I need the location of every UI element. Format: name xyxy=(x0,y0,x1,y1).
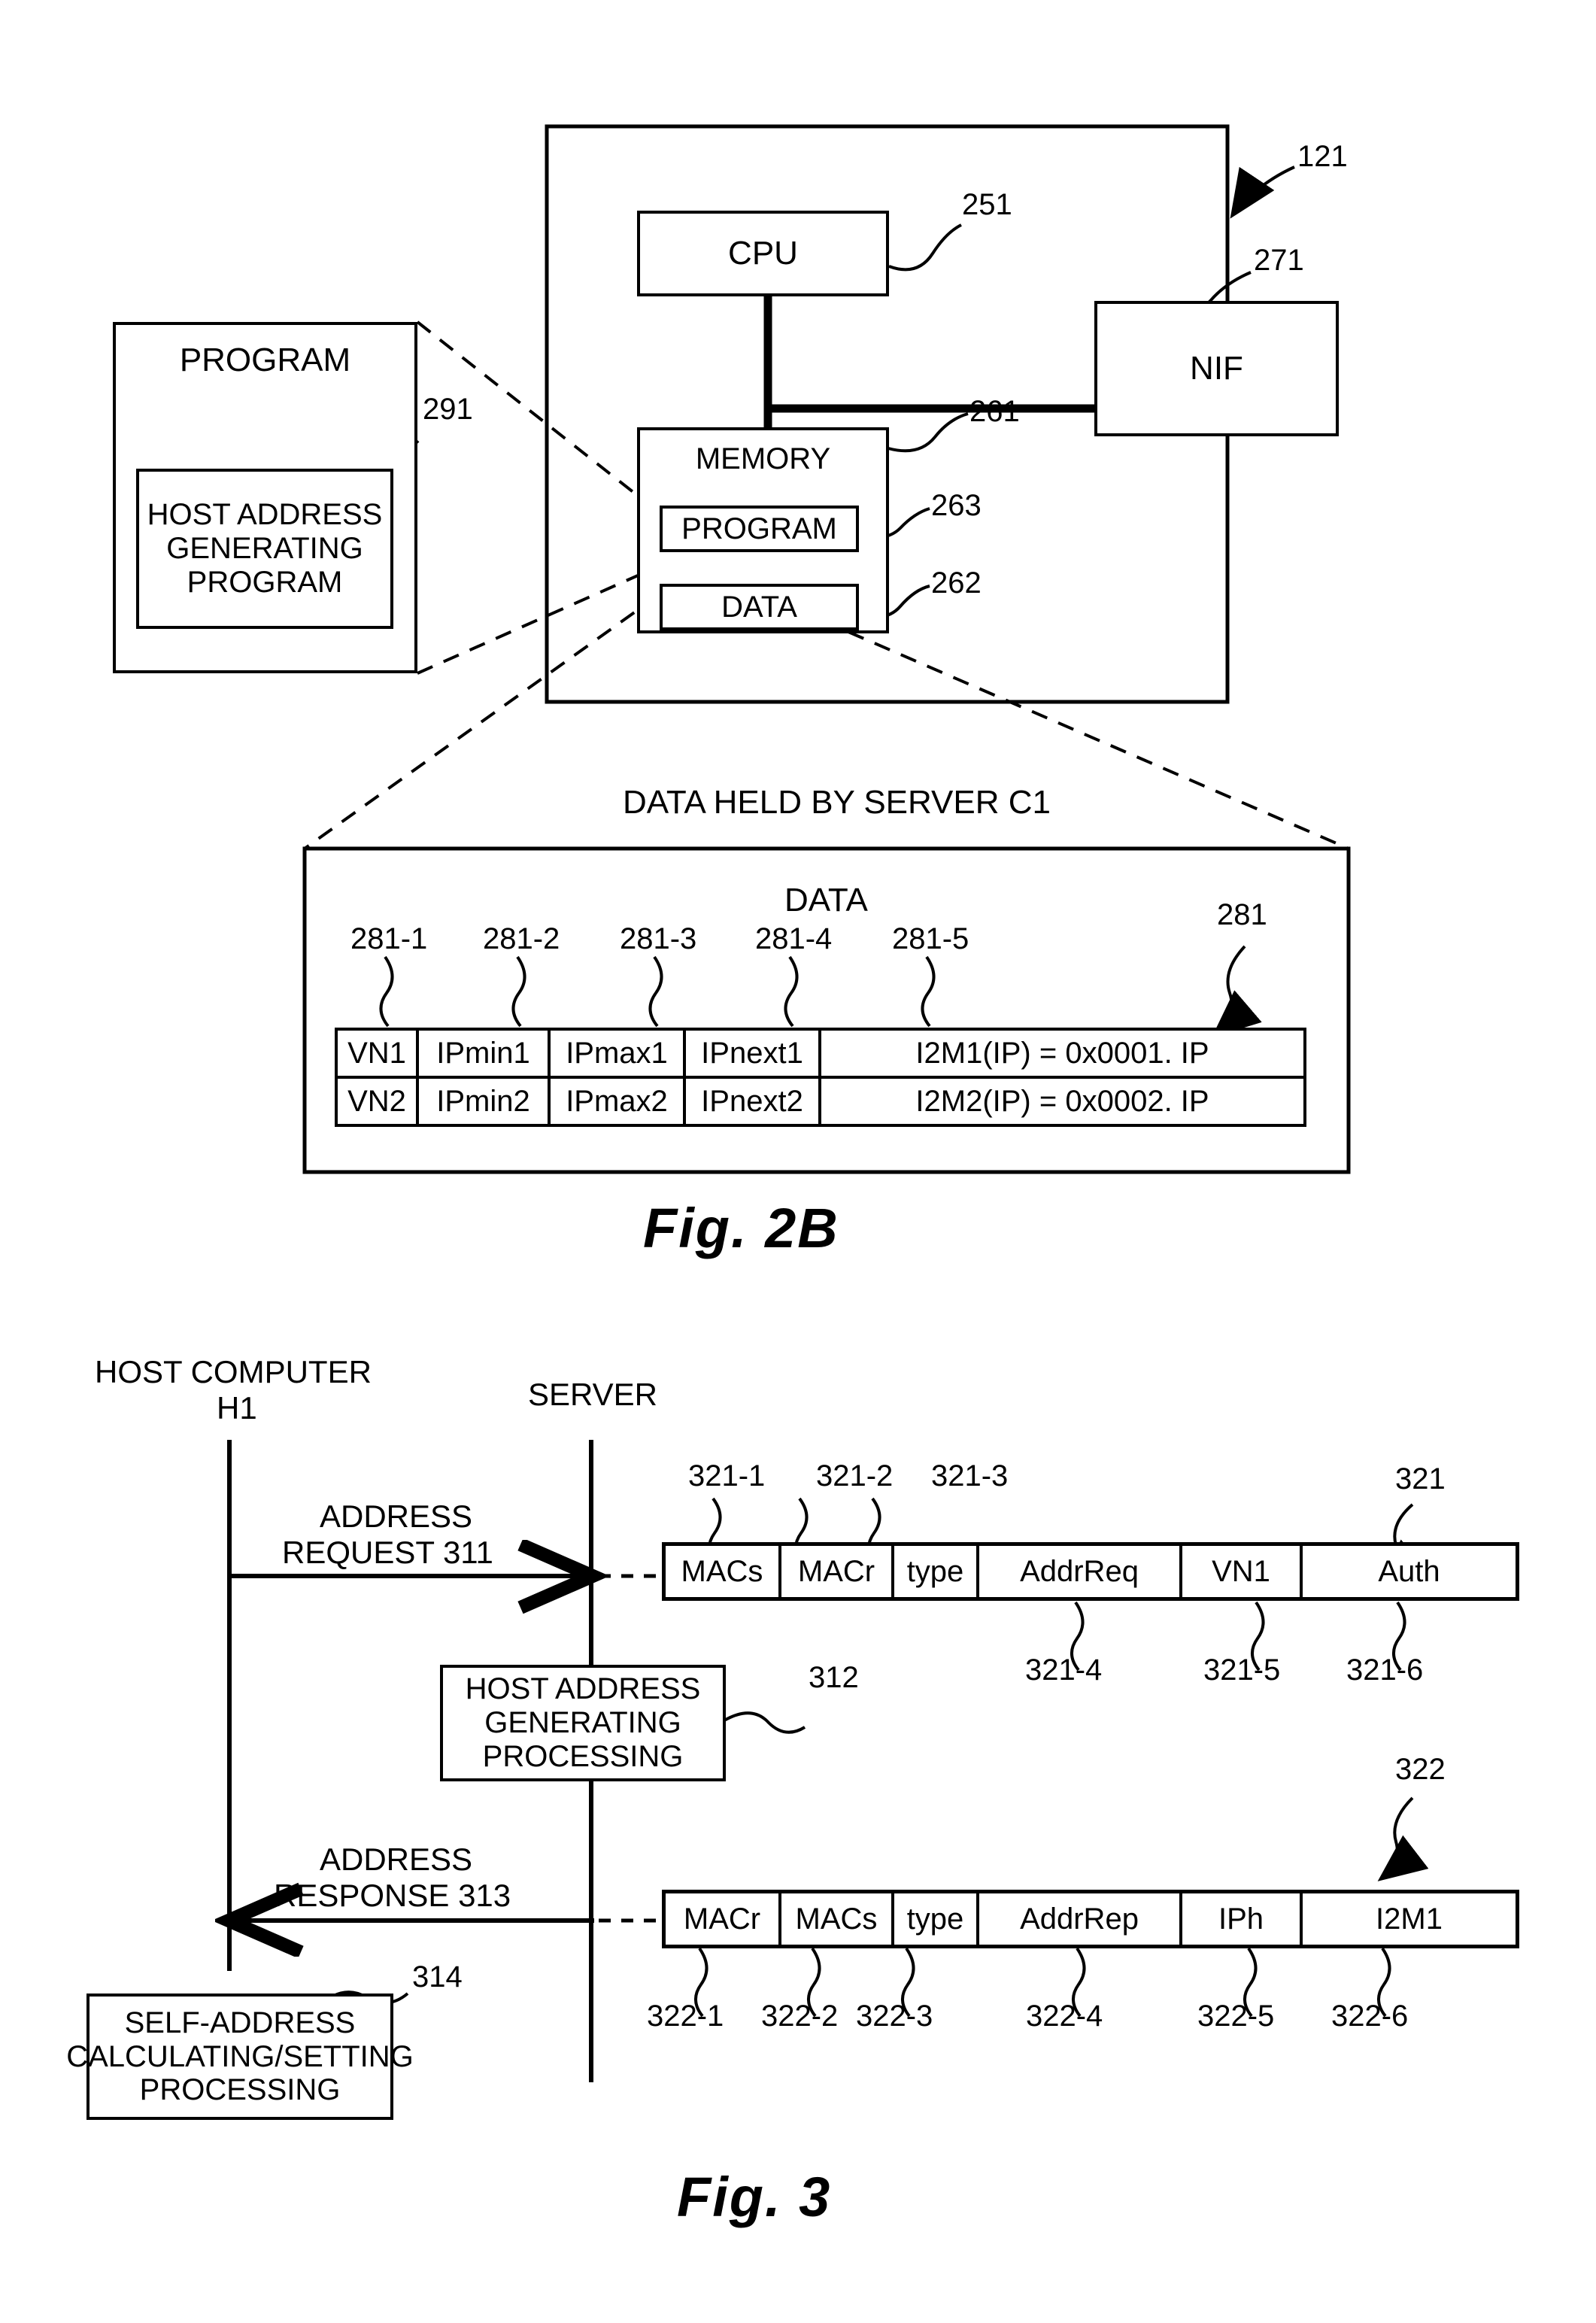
nif-label: NIF xyxy=(1190,350,1243,387)
packet-field: Auth xyxy=(1300,1546,1516,1597)
ref-321-5: 321-5 xyxy=(1203,1653,1281,1687)
packet-field: MACs xyxy=(778,1893,891,1945)
ref-281-3: 281-3 xyxy=(620,922,697,955)
memory-program-box: PROGRAM xyxy=(660,506,859,552)
host-process-box: SELF-ADDRESS CALCULATING/SETTING PROCESS… xyxy=(66,1994,414,2120)
server-process-box: HOST ADDRESS GENERATING PROCESSING xyxy=(440,1665,726,1781)
memory-label: MEMORY xyxy=(695,442,831,475)
memory-data-label: DATA xyxy=(721,590,797,624)
actor-host-label-line1: HOST COMPUTER xyxy=(95,1354,372,1389)
table-cell: IPnext2 xyxy=(683,1079,818,1124)
packet-field: MACr xyxy=(778,1546,891,1597)
packet-field: MACr xyxy=(683,1902,761,1936)
table-cell: IPmax1 xyxy=(548,1031,683,1076)
detail-table-title: DATA xyxy=(784,882,868,919)
table-cell: IPnext1 xyxy=(683,1031,818,1076)
ref-312: 312 xyxy=(809,1661,859,1694)
message-response-line2: RESPONSE 313 xyxy=(274,1878,511,1913)
table-row: VN2 IPmin2 IPmax2 IPnext2 I2M2(IP) = 0x0… xyxy=(335,1076,1306,1127)
ref-314: 314 xyxy=(412,1960,463,1994)
actor-host-label-line2: H1 xyxy=(217,1390,257,1426)
message-response-line1: ADDRESS xyxy=(320,1842,473,1877)
request-packet: MACs MACr type AddrReq VN1 Auth xyxy=(662,1542,1519,1601)
packet-field: VN1 xyxy=(1179,1546,1300,1597)
table-row: VN1 IPmin1 IPmax1 IPnext1 I2M1(IP) = 0x0… xyxy=(335,1028,1306,1079)
packet-field: I2M1 xyxy=(1300,1893,1516,1945)
table-cell: I2M2(IP) = 0x0002. IP xyxy=(818,1079,1303,1124)
ref-121: 121 xyxy=(1297,140,1348,173)
ref-321: 321 xyxy=(1395,1462,1446,1496)
message-request-line1: ADDRESS xyxy=(320,1499,473,1534)
ref-322-6: 322-6 xyxy=(1331,2000,1409,2033)
ref-251: 251 xyxy=(962,188,1012,221)
ref-271: 271 xyxy=(1254,244,1304,277)
ref-262: 262 xyxy=(931,566,982,600)
table-cell: VN1 xyxy=(347,1036,406,1070)
ref-321-4: 321-4 xyxy=(1025,1653,1103,1687)
ref-322-3: 322-3 xyxy=(856,2000,933,2033)
packet-field: type xyxy=(891,1893,976,1945)
table-cell: I2M1(IP) = 0x0001. IP xyxy=(818,1031,1303,1076)
table-cell: IPmin1 xyxy=(416,1031,548,1076)
patent-figure-sheet: PROGRAM HOST ADDRESS GENERATING PROGRAM … xyxy=(0,0,1596,2323)
ref-291: 291 xyxy=(423,393,473,426)
ref-321-6: 321-6 xyxy=(1346,1653,1424,1687)
packet-field: type xyxy=(891,1546,976,1597)
ref-281-1: 281-1 xyxy=(350,922,428,955)
ref-322-5: 322-5 xyxy=(1197,2000,1275,2033)
server-process-label: HOST ADDRESS GENERATING PROCESSING xyxy=(465,1672,701,1773)
cpu-box: CPU xyxy=(637,211,889,296)
ref-322-4: 322-4 xyxy=(1026,2000,1103,2033)
packet-field: AddrReq xyxy=(976,1546,1179,1597)
memory-data-box: DATA xyxy=(660,584,859,630)
table-cell: IPmax2 xyxy=(548,1079,683,1124)
memory-program-label: PROGRAM xyxy=(681,512,837,545)
response-packet: MACr MACs type AddrRep IPh I2M1 xyxy=(662,1890,1519,1948)
ref-321-2: 321-2 xyxy=(816,1459,894,1492)
ref-322-1: 322-1 xyxy=(647,2000,724,2033)
figure-2b-caption: Fig. 2B xyxy=(643,1197,839,1259)
host-address-generating-program-label: HOST ADDRESS GENERATING PROGRAM xyxy=(147,498,383,599)
nif-box: NIF xyxy=(1094,301,1339,436)
detail-panel-title: DATA HELD BY SERVER C1 xyxy=(623,784,1051,821)
host-address-generating-program-box: HOST ADDRESS GENERATING PROGRAM xyxy=(136,469,393,629)
left-program-title: PROGRAM xyxy=(179,342,351,378)
ref-322: 322 xyxy=(1395,1753,1446,1786)
ref-261: 261 xyxy=(969,395,1020,428)
ref-321-3: 321-3 xyxy=(931,1459,1009,1492)
packet-field: AddrRep xyxy=(976,1893,1179,1945)
cpu-label: CPU xyxy=(728,235,798,272)
figure-3-caption: Fig. 3 xyxy=(677,2166,832,2228)
ref-281-5: 281-5 xyxy=(892,922,969,955)
host-process-label: SELF-ADDRESS CALCULATING/SETTING PROCESS… xyxy=(66,2006,414,2107)
packet-field: IPh xyxy=(1179,1893,1300,1945)
ref-263: 263 xyxy=(931,489,982,522)
packet-field: MACs xyxy=(681,1554,763,1588)
ref-321-1: 321-1 xyxy=(688,1459,766,1492)
message-request-line2: REQUEST 311 xyxy=(282,1535,493,1570)
table-cell: VN2 xyxy=(347,1084,406,1118)
ref-281: 281 xyxy=(1217,898,1267,931)
table-cell: IPmin2 xyxy=(416,1079,548,1124)
ref-281-4: 281-4 xyxy=(755,922,833,955)
ref-322-2: 322-2 xyxy=(761,2000,839,2033)
actor-server-label: SERVER xyxy=(528,1377,657,1412)
ref-281-2: 281-2 xyxy=(483,922,560,955)
